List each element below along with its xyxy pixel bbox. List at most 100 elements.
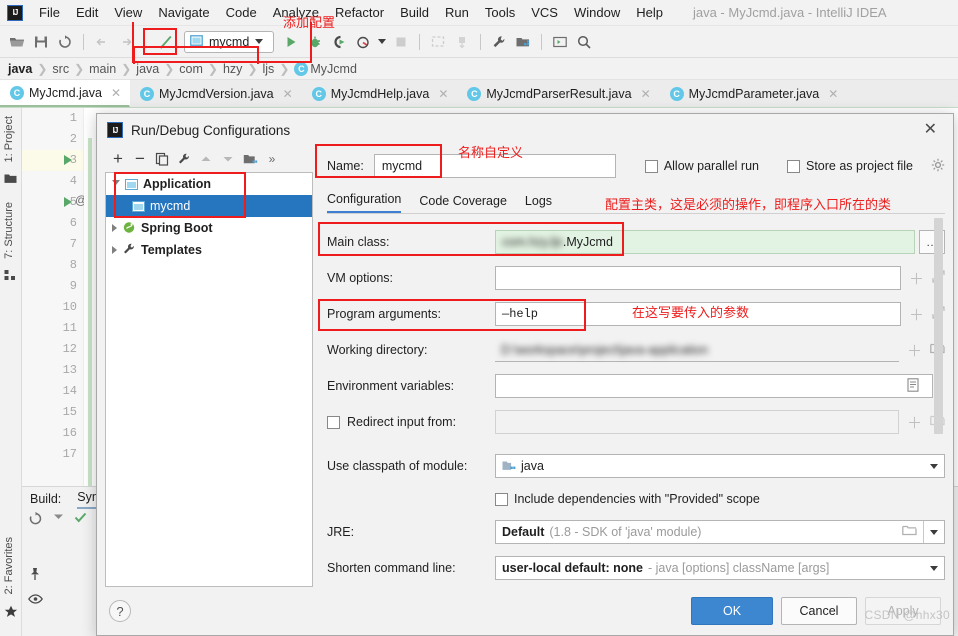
vm-options-input[interactable] xyxy=(495,266,901,290)
rerun-icon[interactable] xyxy=(28,511,43,529)
menu-tools[interactable]: Tools xyxy=(477,2,523,23)
list-icon[interactable] xyxy=(907,377,919,395)
move-up-icon[interactable] xyxy=(197,150,215,168)
debug-icon[interactable] xyxy=(304,31,326,53)
redirect-input-checkbox[interactable] xyxy=(327,415,340,429)
menu-file[interactable]: File xyxy=(31,2,68,23)
menu-window[interactable]: Window xyxy=(566,2,628,23)
close-icon[interactable]: ✕ xyxy=(828,87,838,101)
open-folder-icon[interactable] xyxy=(6,31,28,53)
sidebar-item-project[interactable]: 1: Project xyxy=(0,110,18,168)
gear-icon[interactable] xyxy=(931,158,945,175)
edit-templates-wrench-icon[interactable] xyxy=(175,150,193,168)
breadcrumb-item-myjcmd[interactable]: MyJcmd xyxy=(310,62,357,76)
editor-tab-myjcmdparameter[interactable]: C MyJcmdParameter.java ✕ xyxy=(660,80,848,107)
build-hammer-icon[interactable] xyxy=(152,31,178,53)
chevron-right-icon[interactable] xyxy=(112,246,117,254)
tab-code-coverage[interactable]: Code Coverage xyxy=(419,194,507,213)
update-project-icon[interactable] xyxy=(427,31,449,53)
pin-icon[interactable] xyxy=(28,567,42,584)
ok-button[interactable]: OK xyxy=(691,597,773,625)
terminal-icon[interactable] xyxy=(549,31,571,53)
tree-item-spring-boot[interactable]: Spring Boot xyxy=(106,217,312,239)
search-everywhere-icon[interactable] xyxy=(573,31,595,53)
cancel-button[interactable]: Cancel xyxy=(781,597,857,625)
breadcrumb-item-main[interactable]: main xyxy=(89,62,116,76)
new-folder-icon[interactable] xyxy=(241,150,259,168)
save-icon[interactable] xyxy=(30,31,52,53)
collapse-icon[interactable] xyxy=(53,511,64,529)
run-with-coverage-icon[interactable] xyxy=(328,31,350,53)
breadcrumb-item-java2[interactable]: java xyxy=(136,62,159,76)
chevron-down-icon[interactable] xyxy=(930,529,938,535)
store-as-project-file-checkbox[interactable]: Store as project file xyxy=(787,159,913,173)
environment-variables-input[interactable] xyxy=(495,374,933,398)
tree-item-mycmd[interactable]: mycmd xyxy=(106,195,312,217)
configurations-tree[interactable]: Application mycmd Spring Boot Templates xyxy=(105,172,313,587)
editor-tab-myjcmdversion[interactable]: C MyJcmdVersion.java ✕ xyxy=(130,80,302,107)
copy-icon[interactable] xyxy=(153,150,171,168)
breadcrumb-item-src[interactable]: src xyxy=(52,62,69,76)
tree-item-application[interactable]: Application xyxy=(106,173,312,195)
add-configuration-button[interactable]: + xyxy=(109,149,127,168)
sidebar-item-favorites[interactable]: 2: Favorites xyxy=(0,531,18,600)
tab-logs[interactable]: Logs xyxy=(525,194,552,213)
vertical-scrollbar-thumb[interactable] xyxy=(934,218,943,434)
menu-refactor[interactable]: Refactor xyxy=(327,2,392,23)
menu-navigate[interactable]: Navigate xyxy=(150,2,217,23)
jre-combobox[interactable]: Default (1.8 - SDK of 'java' module) xyxy=(495,520,945,544)
checkbox-box[interactable] xyxy=(495,492,508,506)
profiler-dropdown-icon[interactable] xyxy=(376,31,388,53)
use-classpath-combobox[interactable]: java xyxy=(495,454,945,478)
move-down-icon[interactable] xyxy=(219,150,237,168)
close-icon[interactable]: ✕ xyxy=(438,87,448,101)
menu-vcs[interactable]: VCS xyxy=(523,2,566,23)
breadcrumb-item-com[interactable]: com xyxy=(179,62,203,76)
sidebar-item-structure[interactable]: 7: Structure xyxy=(0,196,18,265)
stop-icon[interactable] xyxy=(390,31,412,53)
close-icon[interactable]: ✕ xyxy=(918,120,943,140)
eye-icon[interactable] xyxy=(28,593,43,608)
tree-item-templates[interactable]: Templates xyxy=(106,239,312,261)
menu-help[interactable]: Help xyxy=(628,2,671,23)
include-provided-checkbox[interactable]: Include dependencies with "Provided" sco… xyxy=(495,492,760,506)
run-icon[interactable] xyxy=(280,31,302,53)
back-arrow-icon[interactable] xyxy=(91,31,113,53)
profiler-icon[interactable] xyxy=(352,31,374,53)
close-icon[interactable]: ✕ xyxy=(641,87,651,101)
redirect-input-field[interactable] xyxy=(495,410,899,434)
wrench-settings-icon[interactable] xyxy=(488,31,510,53)
editor-tab-myjcmdparserresult[interactable]: C MyJcmdParserResult.java ✕ xyxy=(457,80,659,107)
shorten-command-line-combobox[interactable]: user-local default: none - java [options… xyxy=(495,556,945,580)
editor-tab-myjcmd[interactable]: C MyJcmd.java ✕ xyxy=(0,80,130,107)
plus-icon[interactable]: ＋ xyxy=(909,268,924,289)
breadcrumb-item-hzy[interactable]: hzy xyxy=(223,62,242,76)
checkbox-box[interactable] xyxy=(787,159,800,173)
working-directory-input[interactable]: D:\workspace\project\java-application xyxy=(495,338,899,362)
menu-code[interactable]: Code xyxy=(218,2,265,23)
run-configuration-selector[interactable]: mycmd xyxy=(184,30,274,53)
editor-tab-myjcmdhelp[interactable]: C MyJcmdHelp.java ✕ xyxy=(302,80,458,107)
close-icon[interactable]: ✕ xyxy=(283,87,293,101)
breadcrumb-item-java[interactable]: java xyxy=(8,62,32,76)
checkbox-box[interactable] xyxy=(644,159,658,173)
close-icon[interactable]: ✕ xyxy=(111,86,121,100)
run-gutter-icon[interactable] xyxy=(64,197,72,207)
menu-build[interactable]: Build xyxy=(392,2,437,23)
run-gutter-icon[interactable] xyxy=(64,155,72,165)
project-structure-icon[interactable] xyxy=(512,31,534,53)
chevron-double-right-icon[interactable]: » xyxy=(263,150,281,168)
folder-icon[interactable] xyxy=(902,524,917,540)
sync-icon[interactable] xyxy=(54,31,76,53)
menu-run[interactable]: Run xyxy=(437,2,477,23)
breadcrumb-item-ljs[interactable]: ljs xyxy=(263,62,275,76)
tab-configuration[interactable]: Configuration xyxy=(327,192,402,213)
plus-icon[interactable]: ＋ xyxy=(907,340,922,361)
plus-icon[interactable]: ＋ xyxy=(909,304,924,325)
allow-parallel-run-checkbox[interactable]: Allow parallel run xyxy=(644,159,759,173)
forward-arrow-icon[interactable] xyxy=(115,31,137,53)
main-class-input[interactable]: com.hzy.ljs .MyJcmd xyxy=(495,230,915,254)
commit-icon[interactable] xyxy=(451,31,473,53)
chevron-right-icon[interactable] xyxy=(112,224,117,232)
menu-edit[interactable]: Edit xyxy=(68,2,106,23)
